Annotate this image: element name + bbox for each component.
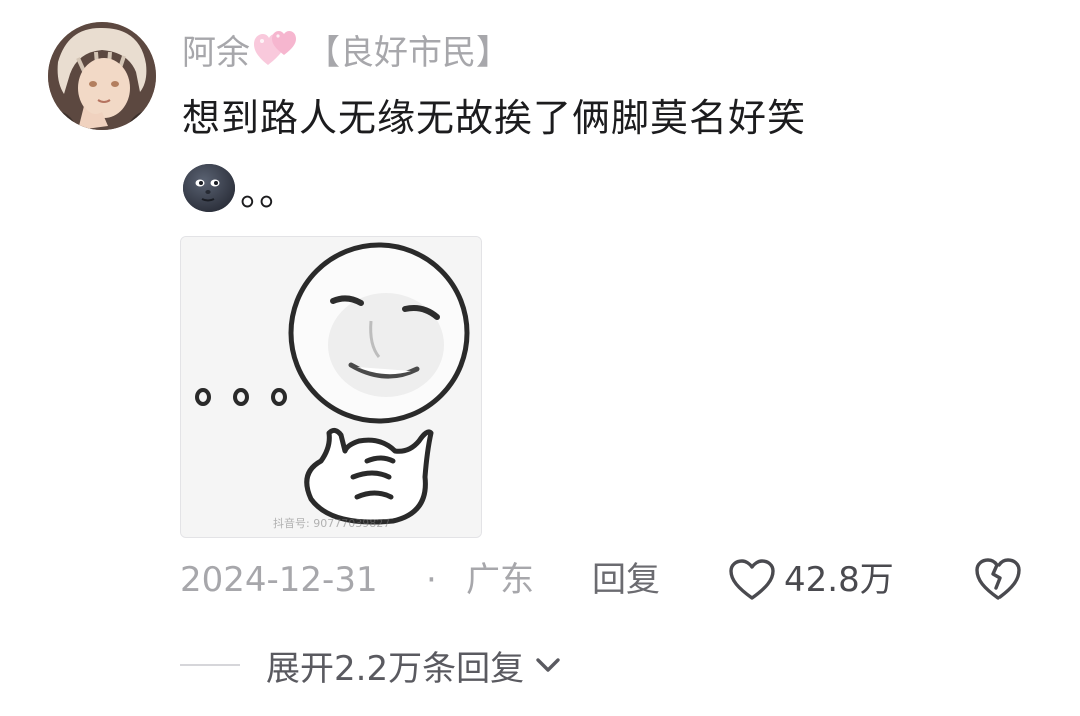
like-count: 42.8万 <box>784 560 894 600</box>
chevron-down-icon <box>534 655 562 675</box>
comment-location: 广东 <box>466 560 534 600</box>
divider-line <box>180 664 240 666</box>
reply-button[interactable]: 回复 <box>592 556 660 604</box>
username-row: 阿余 【良好市民】 <box>182 25 510 74</box>
meme-face-thinking-image[interactable]: 抖音号: 90777039827 <box>180 236 482 538</box>
expand-replies-label: 展开2.2万条回复 <box>266 648 525 689</box>
comment-text-suffix: 。。 <box>240 169 298 214</box>
user-tag: 【良好市民】 <box>306 32 510 73</box>
comment-meta-row: 2024-12-31 · 广东 回复 42.8万 <box>180 556 1040 604</box>
heart-outline-icon <box>728 558 776 602</box>
comment-date: 2024-12-31 <box>180 560 378 600</box>
new-moon-face-icon <box>182 163 236 213</box>
image-watermark: 抖音号: 90777039827 <box>273 517 391 530</box>
meta-separator: · <box>426 560 437 600</box>
comment-text-line2: 。。 <box>182 162 297 214</box>
comment-text: 想到路人无缘无故挨了俩脚莫名好笑 <box>182 96 807 140</box>
expand-replies-button[interactable]: 展开2.2万条回复 <box>180 640 562 690</box>
avatar[interactable] <box>48 22 156 130</box>
broken-heart-icon[interactable] <box>974 556 1022 602</box>
comment-item: 阿余 【良好市民】 想到路人无缘无故挨了俩脚莫名好笑 。。 抖音号: 90777… <box>0 0 1080 716</box>
double-pink-heart-icon <box>254 29 300 69</box>
like-button[interactable]: 42.8万 <box>728 556 894 604</box>
username[interactable]: 阿余 <box>182 25 250 74</box>
